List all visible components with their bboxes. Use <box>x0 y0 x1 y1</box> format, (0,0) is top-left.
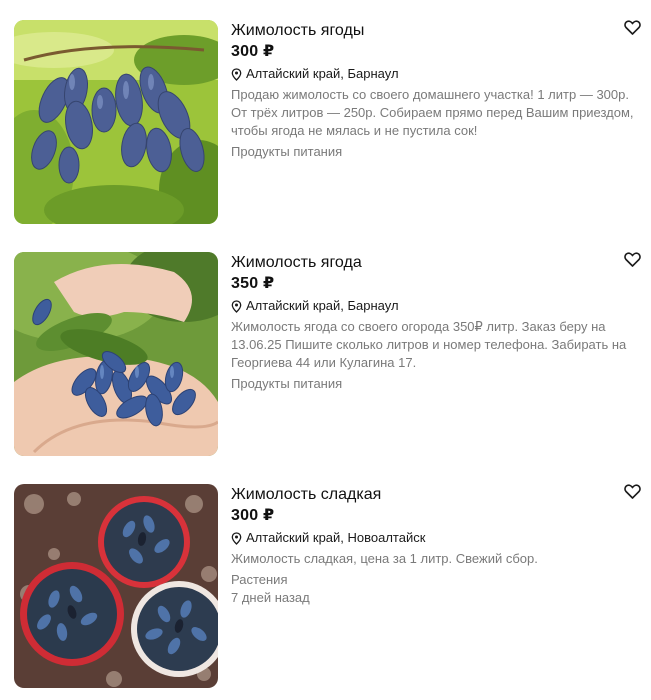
listing-title[interactable]: Жимолость ягоды <box>231 21 631 41</box>
location-text: Алтайский край, Новоалтайск <box>246 530 426 545</box>
listing-description: Продаю жимолость со своего домашнего уча… <box>231 87 634 138</box>
heart-icon[interactable] <box>624 252 641 267</box>
listing-photo[interactable] <box>14 484 218 688</box>
listing-photo[interactable] <box>14 20 218 224</box>
map-pin-icon <box>231 67 242 81</box>
listing-photo[interactable] <box>14 252 218 456</box>
listing-card[interactable]: Жимолость ягода 350 ₽ Алтайский край, Ба… <box>0 252 651 457</box>
listing-price: 350 ₽ <box>231 275 275 292</box>
listing-description: Жимолость сладкая, цена за 1 литр. Свежи… <box>231 551 538 566</box>
listing-title[interactable]: Жимолость ягода <box>231 253 631 273</box>
location-text: Алтайский край, Барнаул <box>246 298 399 313</box>
listing-title[interactable]: Жимолость сладкая <box>231 485 631 505</box>
listing-category: Продукты питания <box>231 376 343 391</box>
listing-date: 7 дней назад <box>231 590 310 605</box>
listing-info: Жимолость сладкая 300 ₽ Алтайский край, … <box>231 484 631 607</box>
listing-card[interactable]: Жимолость ягоды 300 ₽ Алтайский край, Ба… <box>0 20 651 225</box>
listing-category: Продукты питания <box>231 144 343 159</box>
heart-icon[interactable] <box>624 484 641 499</box>
listing-card[interactable]: Жимолость сладкая 300 ₽ Алтайский край, … <box>0 484 651 689</box>
listing-info: Жимолость ягода 350 ₽ Алтайский край, Ба… <box>231 252 631 393</box>
listing-price: 300 ₽ <box>231 507 275 524</box>
listing-location: Алтайский край, Новоалтайск <box>231 529 631 547</box>
listing-info: Жимолость ягоды 300 ₽ Алтайский край, Ба… <box>231 20 634 161</box>
listing-location: Алтайский край, Барнаул <box>231 297 631 315</box>
listing-location: Алтайский край, Барнаул <box>231 65 631 83</box>
listing-description: Жимолость ягода со своего огорода 350₽ л… <box>231 319 627 370</box>
map-pin-icon <box>231 531 242 545</box>
map-pin-icon <box>231 299 242 313</box>
listing-category: Растения <box>231 572 288 587</box>
heart-icon[interactable] <box>624 20 641 35</box>
listing-price: 300 ₽ <box>231 43 275 60</box>
location-text: Алтайский край, Барнаул <box>246 66 399 81</box>
